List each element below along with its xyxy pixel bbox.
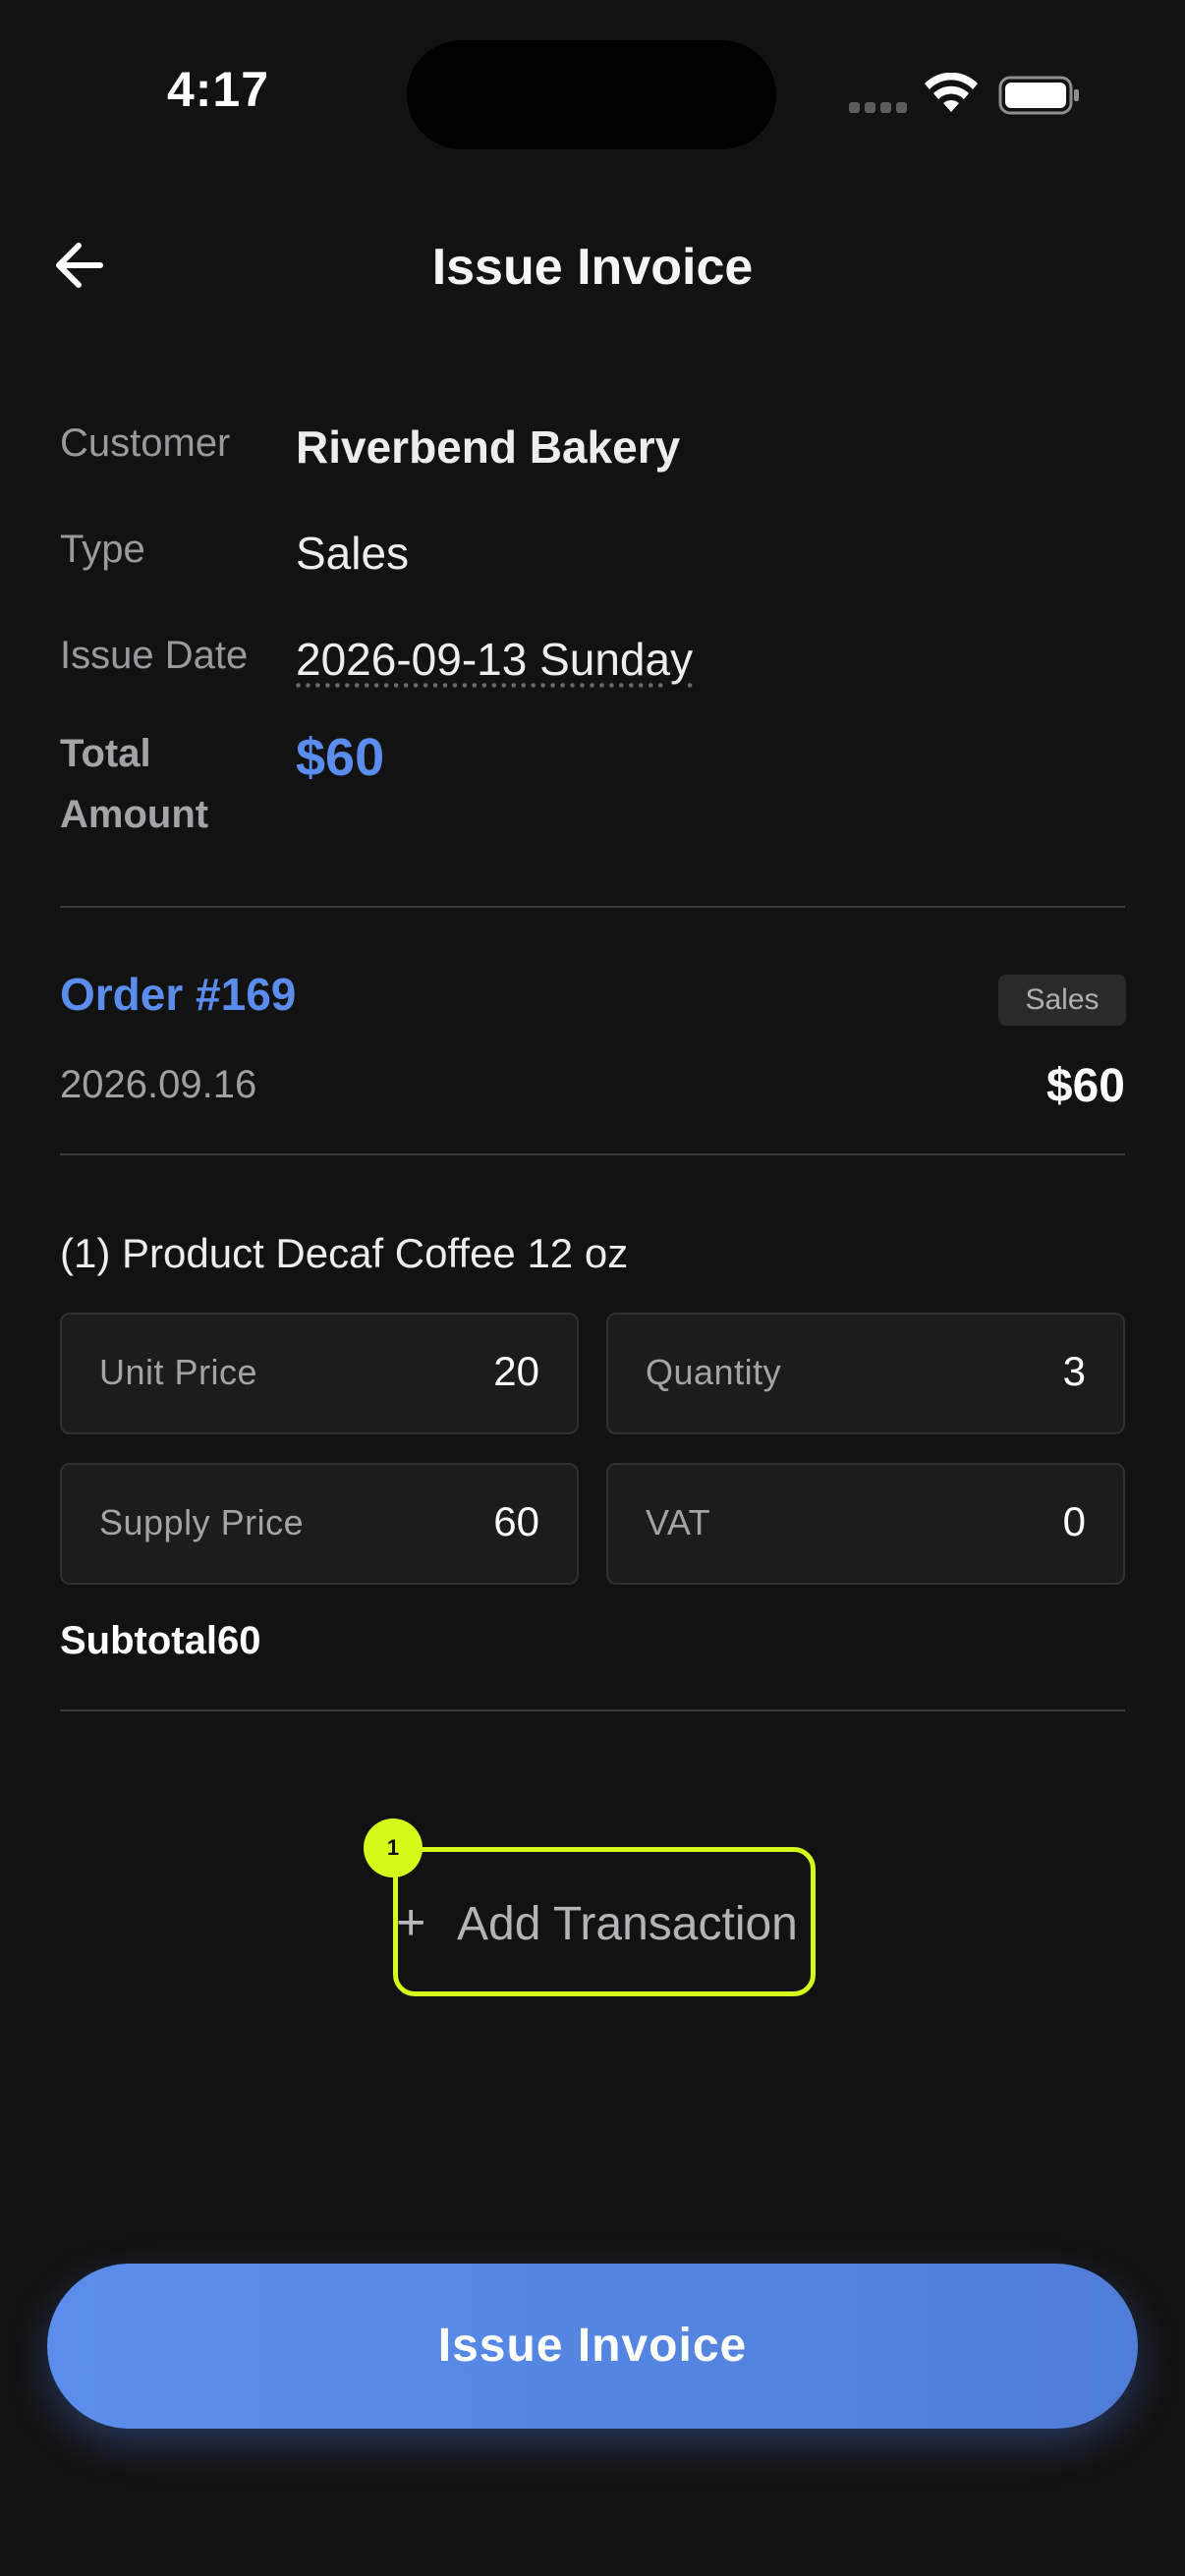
customer-label: Customer	[60, 421, 231, 465]
dynamic-island	[407, 40, 776, 149]
plus-icon: +	[396, 1894, 426, 1951]
quantity-value: 3	[1062, 1348, 1086, 1394]
order-type-badge: Sales	[998, 975, 1126, 1026]
status-time: 4:17	[166, 62, 270, 117]
subtotal: Subtotal60	[60, 1619, 261, 1662]
order-amount: $60	[1045, 1060, 1125, 1112]
vat-field[interactable]: VAT 0	[606, 1463, 1125, 1585]
issue-date-value[interactable]: 2026-09-13 Sunday	[296, 629, 693, 690]
vat-label: VAT	[646, 1502, 711, 1542]
quantity-field[interactable]: Quantity 3	[606, 1313, 1125, 1434]
annotation-marker: 1	[364, 1819, 423, 1877]
order-date: 2026.09.16	[60, 1063, 257, 1106]
unit-price-label: Unit Price	[99, 1352, 258, 1392]
status-bar: 4:17	[0, 0, 1185, 187]
divider	[60, 906, 1125, 908]
customer-value: Riverbend Bakery	[296, 421, 681, 473]
add-transaction-button[interactable]: + Add Transaction	[393, 1847, 816, 1996]
vat-value: 0	[1062, 1498, 1086, 1544]
order-title[interactable]: Order #169	[60, 968, 296, 1021]
supply-price-value: 60	[493, 1498, 539, 1544]
divider	[60, 1153, 1125, 1155]
product-title: (1) Product Decaf Coffee 12 oz	[60, 1230, 629, 1276]
issue-date-label: Issue Date	[60, 634, 249, 677]
total-amount-value: $60	[296, 728, 385, 787]
battery-icon	[998, 76, 1079, 115]
header: Issue Invoice	[0, 216, 1185, 314]
supply-price-label: Supply Price	[99, 1502, 305, 1542]
cellular-signal-icon	[849, 102, 908, 116]
type-label: Type	[60, 528, 145, 571]
page-title: Issue Invoice	[431, 239, 754, 296]
unit-price-value: 20	[493, 1348, 539, 1394]
divider	[60, 1709, 1125, 1711]
add-transaction-label: Add Transaction	[457, 1898, 798, 1950]
quantity-label: Quantity	[646, 1352, 782, 1392]
issue-invoice-button[interactable]: Issue Invoice	[47, 2264, 1138, 2429]
unit-price-field[interactable]: Unit Price 20	[60, 1313, 579, 1434]
total-amount-label: Total Amount	[60, 732, 209, 836]
supply-price-field[interactable]: Supply Price 60	[60, 1463, 579, 1585]
wifi-icon	[925, 73, 978, 112]
type-value: Sales	[296, 528, 410, 579]
